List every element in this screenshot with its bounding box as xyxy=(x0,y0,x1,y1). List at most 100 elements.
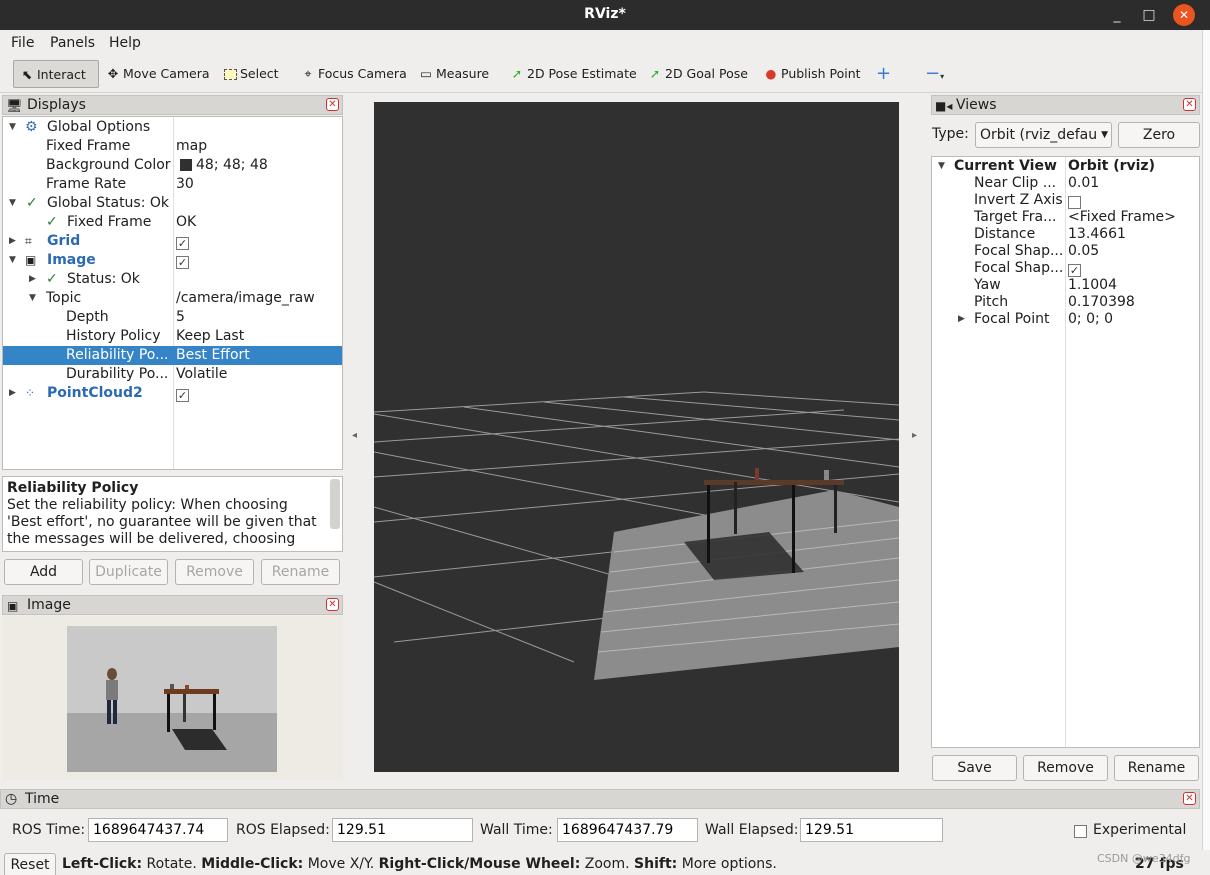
tree-row-durability-policy[interactable]: Durability Po... Volatile xyxy=(3,365,342,384)
view-type-label: Type: xyxy=(932,126,969,142)
image-panel-view xyxy=(2,616,343,780)
map-pin-icon: ● xyxy=(765,66,777,81)
view-type-value: Orbit (rviz_defau xyxy=(980,127,1098,143)
menu-help[interactable]: Help xyxy=(109,35,141,51)
property-description: Reliability Policy Set the reliability p… xyxy=(2,476,343,552)
time-header: ◷ Time ✕ xyxy=(0,789,1200,809)
chevron-down-icon: ▼ xyxy=(1099,123,1108,147)
title-bar: RViz* _ □ ✕ xyxy=(0,0,1210,30)
cursor-icon: ⬉ xyxy=(21,67,33,82)
color-swatch[interactable] xyxy=(180,159,192,171)
rename-view-button[interactable]: Rename xyxy=(1114,755,1199,781)
scene-3d xyxy=(373,391,900,680)
pointcloud2-checkbox[interactable]: ✓ xyxy=(176,386,189,405)
menu-panels[interactable]: Panels xyxy=(50,35,95,51)
image-label: Image xyxy=(47,252,96,268)
pose-estimate-tool[interactable]: ➚ 2D Pose Estimate xyxy=(504,60,637,88)
rename-display-button[interactable]: Rename xyxy=(261,559,340,585)
hint-middle-click: Middle-Click: xyxy=(201,856,304,872)
tree-row-background-color[interactable]: Background Color 48; 48; 48 xyxy=(3,156,342,175)
hint-shift-desc: More options. xyxy=(677,856,777,872)
tree-row-pointcloud2[interactable]: ▶ ⁘ PointCloud2 ✓ xyxy=(3,384,342,403)
gear-icon: ⚙ xyxy=(25,119,38,135)
maximize-button[interactable]: □ xyxy=(1138,4,1160,26)
focus-camera-label: Focus Camera xyxy=(318,66,407,81)
select-tool[interactable]: Select xyxy=(217,60,287,88)
displays-close-icon[interactable]: ✕ xyxy=(326,98,339,111)
depth-value[interactable]: 5 xyxy=(176,308,185,327)
remove-tool-button[interactable]: −▾ xyxy=(921,60,945,88)
views-header: ■◂ Views ✕ xyxy=(931,95,1200,115)
camera-image xyxy=(67,626,277,772)
focus-camera-tool[interactable]: ⌖ Focus Camera xyxy=(295,60,407,88)
tree-row-global-status[interactable]: ▼ ✓ Global Status: Ok xyxy=(3,194,342,213)
description-scrollbar[interactable] xyxy=(330,479,340,529)
tree-row-frame-rate[interactable]: Frame Rate 30 xyxy=(3,175,342,194)
hint-right-click: Right-Click/Mouse Wheel: xyxy=(378,856,581,872)
history-policy-value[interactable]: Keep Last xyxy=(176,327,244,346)
check-icon: ✓ xyxy=(46,214,58,230)
ros-time-field[interactable] xyxy=(88,818,228,842)
tree-row-global-options[interactable]: ▼ ⚙ Global Options xyxy=(3,118,342,137)
image-panel-close-icon[interactable]: ✕ xyxy=(326,598,339,611)
wall-time-field[interactable] xyxy=(557,818,698,842)
duplicate-display-button[interactable]: Duplicate xyxy=(89,559,168,585)
reliability-policy-value[interactable]: Best Effort xyxy=(176,346,250,365)
hint-middle-click-desc: Move X/Y. xyxy=(303,856,379,872)
clock-icon: ◷ xyxy=(5,791,18,807)
depth-label: Depth xyxy=(66,309,109,325)
tree-row-focal-point[interactable]: ▶ Focal Point 0; 0; 0 xyxy=(932,310,1199,329)
time-title: Time xyxy=(25,791,60,807)
tree-row-depth[interactable]: Depth 5 xyxy=(3,308,342,327)
hint-left-click: Left-Click: xyxy=(62,856,143,872)
goal-pose-tool[interactable]: ➚ 2D Goal Pose xyxy=(642,60,752,88)
tree-row-status-fixed-frame[interactable]: ✓ Fixed Frame OK xyxy=(3,213,342,232)
tree-row-grid[interactable]: ▶ ⌗ Grid ✓ xyxy=(3,232,342,251)
remove-view-button[interactable]: Remove xyxy=(1023,755,1108,781)
menu-file[interactable]: File xyxy=(11,35,34,51)
background-color-value[interactable]: 48; 48; 48 xyxy=(196,156,268,175)
durability-policy-value[interactable]: Volatile xyxy=(176,365,227,384)
reliability-policy-label: Reliability Po... xyxy=(66,347,169,363)
remove-display-button[interactable]: Remove xyxy=(175,559,254,585)
add-display-button[interactable]: Add xyxy=(4,559,83,585)
reset-button[interactable]: Reset xyxy=(4,853,56,875)
fixed-frame-value[interactable]: map xyxy=(176,137,207,156)
wall-elapsed-field[interactable] xyxy=(800,818,943,842)
menu-bar: File Panels Help xyxy=(0,30,1210,56)
zero-view-button[interactable]: Zero xyxy=(1118,122,1200,148)
minimize-button[interactable]: _ xyxy=(1106,4,1128,26)
focal-point-label: Focal Point xyxy=(974,311,1050,327)
add-tool-button[interactable]: + xyxy=(872,60,894,88)
tree-row-fixed-frame[interactable]: Fixed Frame map xyxy=(3,137,342,156)
topic-label: Topic xyxy=(46,290,82,306)
frame-rate-value[interactable]: 30 xyxy=(176,175,194,194)
tree-row-reliability-policy[interactable]: Reliability Po... Best Effort xyxy=(3,346,342,365)
tree-row-topic[interactable]: ▼ Topic /camera/image_raw xyxy=(3,289,342,308)
close-button[interactable]: ✕ xyxy=(1173,4,1195,26)
tree-row-image-status[interactable]: ▶ ✓ Status: Ok xyxy=(3,270,342,289)
save-view-button[interactable]: Save xyxy=(932,755,1017,781)
render-viewport[interactable] xyxy=(373,102,900,772)
ros-elapsed-field[interactable] xyxy=(332,818,473,842)
tree-row-image[interactable]: ▼ ▣ Image ✓ xyxy=(3,251,342,270)
interact-tool[interactable]: ⬉ Interact xyxy=(13,60,99,88)
time-close-icon[interactable]: ✕ xyxy=(1183,792,1196,805)
views-close-icon[interactable]: ✕ xyxy=(1183,98,1196,111)
move-camera-tool[interactable]: ✥ Move Camera xyxy=(100,60,210,88)
tree-row-history-policy[interactable]: History Policy Keep Last xyxy=(3,327,342,346)
topic-value[interactable]: /camera/image_raw xyxy=(176,289,315,308)
focal-point-value[interactable]: 0; 0; 0 xyxy=(1068,310,1113,329)
ros-elapsed-label: ROS Elapsed: xyxy=(236,822,330,838)
goal-arrow-icon: ➚ xyxy=(649,66,661,81)
image-icon: ▣ xyxy=(25,253,37,267)
displays-title: Displays xyxy=(27,97,86,113)
left-dock-toggle-icon[interactable]: ◂ xyxy=(352,430,357,441)
publish-point-tool[interactable]: ● Publish Point xyxy=(758,60,864,88)
measure-tool[interactable]: ▭ Measure xyxy=(413,60,498,88)
right-dock-toggle-icon[interactable]: ▸ xyxy=(912,430,917,441)
view-type-select[interactable]: Orbit (rviz_defau ▼ xyxy=(975,122,1112,148)
status-fixed-frame-label: Fixed Frame xyxy=(67,214,152,230)
experimental-checkbox[interactable] xyxy=(1074,823,1087,839)
select-label: Select xyxy=(240,66,279,81)
